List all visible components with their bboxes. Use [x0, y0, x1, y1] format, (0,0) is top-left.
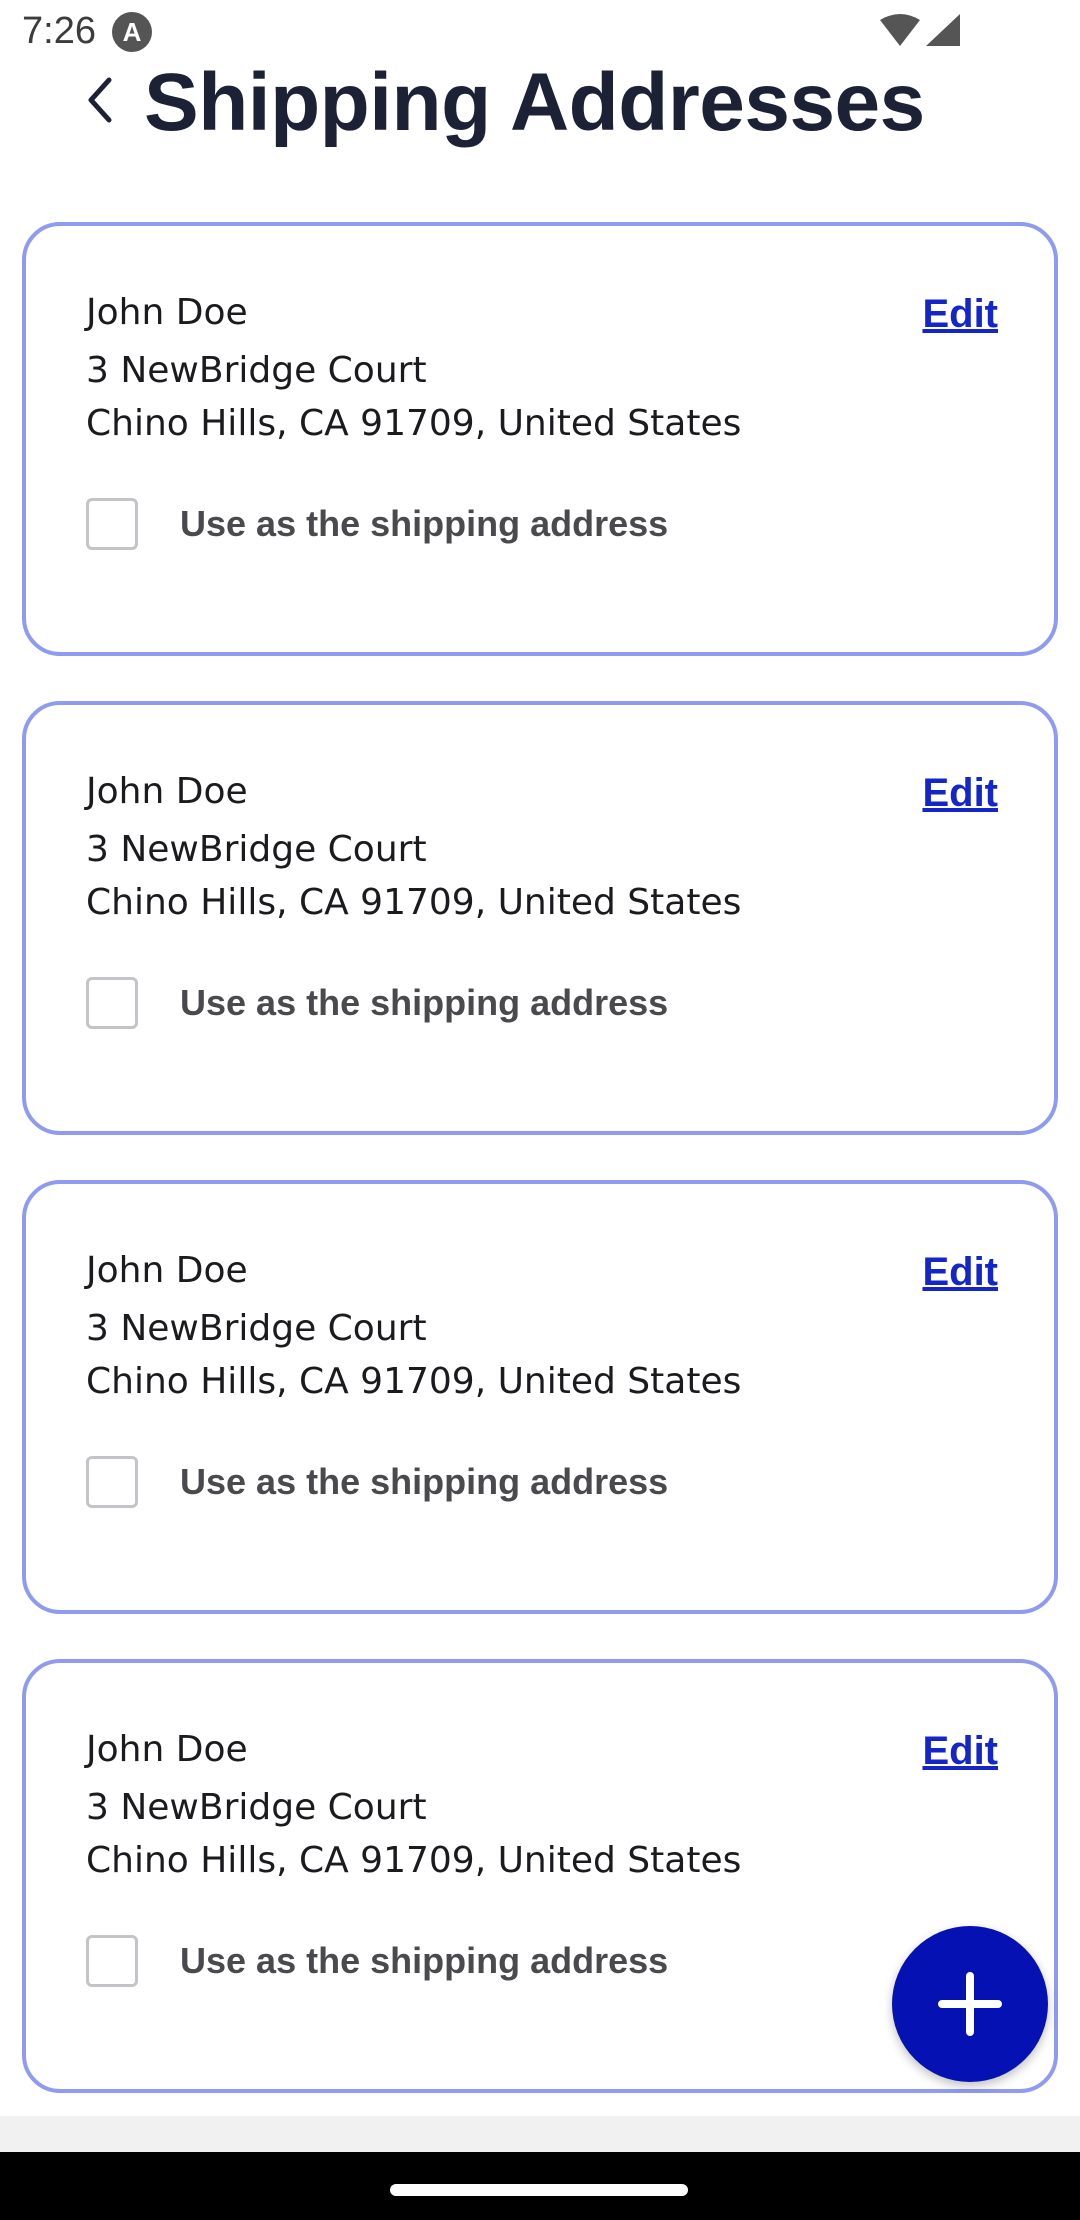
cell-signal-icon: [926, 14, 960, 46]
use-as-shipping-checkbox[interactable]: [86, 1456, 138, 1508]
status-time: 7:26: [22, 10, 96, 52]
address-city-state-zip: Chino Hills, CA 91709, United States: [86, 1361, 742, 1402]
address-card: John Doe Edit 3 NewBridge Court Chino Hi…: [22, 222, 1058, 656]
home-indicator[interactable]: [390, 2184, 688, 2196]
address-street: 3 NewBridge Court: [86, 1787, 427, 1828]
use-as-shipping-label[interactable]: Use as the shipping address: [180, 1461, 668, 1503]
address-city-state-zip: Chino Hills, CA 91709, United States: [86, 1840, 742, 1881]
address-city-state-zip: Chino Hills, CA 91709, United States: [86, 882, 742, 923]
address-street: 3 NewBridge Court: [86, 829, 427, 870]
app-notification-icon: A: [112, 12, 152, 52]
bottom-strip: [0, 2116, 1080, 2152]
address-name: John Doe: [86, 771, 248, 812]
address-card: John Doe Edit 3 NewBridge Court Chino Hi…: [22, 1180, 1058, 1614]
wifi-icon: [880, 14, 920, 46]
address-list: John Doe Edit 3 NewBridge Court Chino Hi…: [22, 222, 1058, 2138]
use-as-shipping-label[interactable]: Use as the shipping address: [180, 982, 668, 1024]
address-street: 3 NewBridge Court: [86, 350, 427, 391]
page-title: Shipping Addresses: [144, 57, 925, 148]
edit-link[interactable]: Edit: [922, 1250, 998, 1295]
edit-link[interactable]: Edit: [922, 1729, 998, 1774]
edit-link[interactable]: Edit: [922, 771, 998, 816]
use-as-shipping-row[interactable]: Use as the shipping address: [86, 1933, 668, 1989]
address-name: John Doe: [86, 1250, 248, 1291]
back-button[interactable]: [70, 68, 130, 132]
address-name: John Doe: [86, 1729, 248, 1770]
use-as-shipping-row[interactable]: Use as the shipping address: [86, 1454, 668, 1510]
address-name: John Doe: [86, 292, 248, 333]
address-street: 3 NewBridge Court: [86, 1308, 427, 1349]
use-as-shipping-label[interactable]: Use as the shipping address: [180, 1940, 668, 1982]
add-address-button[interactable]: [892, 1926, 1048, 2082]
use-as-shipping-checkbox[interactable]: [86, 498, 138, 550]
use-as-shipping-checkbox[interactable]: [86, 1935, 138, 1987]
address-city-state-zip: Chino Hills, CA 91709, United States: [86, 403, 742, 444]
use-as-shipping-row[interactable]: Use as the shipping address: [86, 496, 668, 552]
chevron-left-icon: [88, 77, 112, 123]
use-as-shipping-label[interactable]: Use as the shipping address: [180, 503, 668, 545]
edit-link[interactable]: Edit: [922, 292, 998, 337]
use-as-shipping-row[interactable]: Use as the shipping address: [86, 975, 668, 1031]
use-as-shipping-checkbox[interactable]: [86, 977, 138, 1029]
plus-icon: [938, 1972, 1002, 2036]
header: Shipping Addresses: [0, 50, 1080, 160]
address-card: John Doe Edit 3 NewBridge Court Chino Hi…: [22, 701, 1058, 1135]
